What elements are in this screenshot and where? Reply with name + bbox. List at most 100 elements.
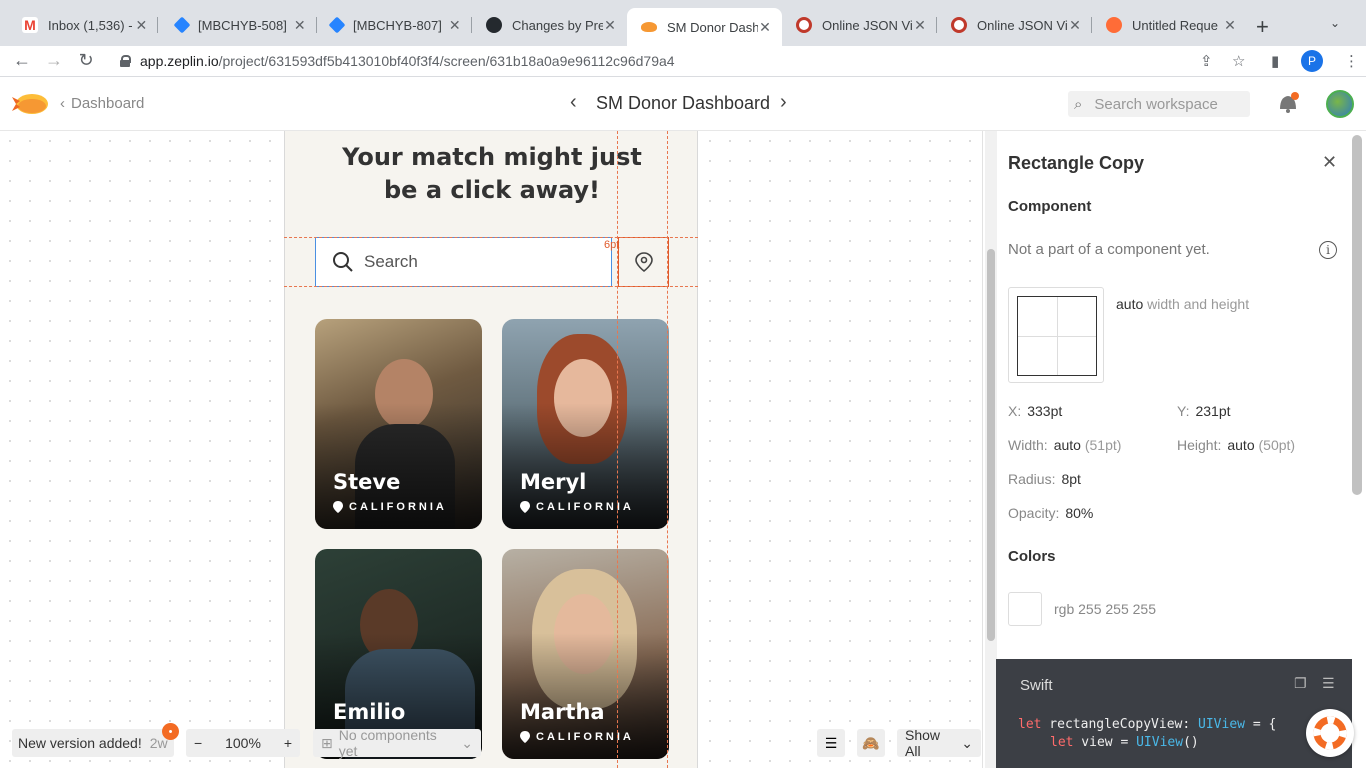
donor-card[interactable]: Martha CALIFORNIA — [502, 549, 669, 759]
browser-tab[interactable]: M Inbox (1,536) - g ✕ — [8, 8, 158, 42]
code-keyword: let — [1018, 717, 1042, 732]
url-field[interactable]: app.zeplin.io/project/631593df5b413010bf… — [110, 48, 1260, 74]
panel-scrollbar[interactable] — [1352, 135, 1362, 495]
location-pin-icon — [333, 501, 343, 513]
code-text: view = — [1073, 735, 1137, 750]
annotations-icon[interactable]: ☰ — [817, 729, 845, 757]
prop-value[interactable]: auto — [1054, 437, 1081, 453]
layer-title: Rectangle Copy — [1008, 153, 1145, 173]
next-screen-chevron-icon[interactable]: › — [780, 91, 787, 114]
color-value[interactable]: rgb 255 255 255 — [1054, 601, 1156, 617]
zeplin-logo-icon[interactable] — [12, 89, 50, 119]
code-text: () — [1183, 735, 1199, 750]
prop-value[interactable]: 231pt — [1195, 403, 1230, 419]
close-icon[interactable]: ✕ — [1322, 152, 1337, 173]
monkey-emoji-icon[interactable]: 🙈 — [857, 729, 885, 757]
browser-tab[interactable]: Online JSON Vi ✕ — [782, 8, 937, 42]
copy-icon[interactable]: ❐ — [1294, 675, 1307, 692]
close-icon[interactable]: ✕ — [758, 19, 772, 36]
location-button[interactable] — [618, 237, 669, 287]
github-icon — [486, 17, 502, 33]
profile-avatar[interactable]: P — [1301, 50, 1323, 72]
y-property: Y: 231pt — [1177, 403, 1231, 419]
close-icon[interactable]: ✕ — [913, 17, 927, 34]
artboard-headline[interactable]: Your match might just be a click away! — [285, 141, 697, 207]
location-pin-icon — [634, 252, 653, 272]
organization-avatar[interactable] — [1326, 90, 1354, 118]
previous-screen-chevron-icon[interactable]: ‹ — [570, 91, 577, 114]
opacity-property: Opacity: 80% — [1008, 505, 1093, 521]
size-rest: width and height — [1143, 296, 1250, 312]
back-to-dashboard-link[interactable]: ‹ Dashboard — [60, 95, 144, 112]
x-property: X: 333pt — [1008, 403, 1062, 419]
spacing-label: 6pt — [604, 239, 620, 251]
components-dropdown[interactable]: ⊞ No components yet ⌄ — [313, 727, 481, 759]
jira-icon — [173, 16, 191, 34]
back-arrow-icon[interactable]: ← — [11, 50, 33, 71]
side-panel-icon[interactable]: ▮ — [1271, 52, 1279, 70]
prop-value[interactable]: auto — [1227, 437, 1254, 453]
code-line: let rectangleCopyView: UIView = { — [1018, 717, 1276, 732]
toast-text: New version added! — [18, 735, 142, 751]
donor-location: CALIFORNIA — [333, 501, 447, 513]
tab-title: Inbox (1,536) - g — [48, 17, 135, 33]
component-heading: Component — [1008, 198, 1092, 215]
browser-tab[interactable]: Untitled Reque ✕ — [1092, 8, 1247, 42]
close-icon[interactable]: ✕ — [292, 17, 307, 34]
url-path: /project/631593df5b413010bf40f3f4/screen… — [218, 53, 675, 69]
zoom-out-button[interactable]: − — [194, 735, 202, 751]
browser-tab[interactable]: [MBCHYB-807] ✕ — [317, 8, 472, 42]
reload-icon[interactable]: ↻ — [75, 50, 97, 71]
donor-card[interactable]: Meryl CALIFORNIA — [502, 319, 669, 529]
zoom-control: − 100% + — [186, 729, 300, 757]
url-host: app.zeplin.io — [140, 53, 219, 69]
tab-title: [MBCHYB-508] — [198, 17, 287, 33]
location-label: CALIFORNIA — [536, 501, 634, 513]
close-icon[interactable]: ✕ — [1223, 17, 1237, 34]
zoom-in-button[interactable]: + — [284, 735, 292, 751]
chevron-left-icon: ‹ — [60, 95, 65, 112]
design-canvas[interactable]: Your match might just be a click away! S… — [0, 131, 982, 768]
workspace-search-input[interactable]: ⌕ Search workspace — [1068, 91, 1250, 117]
show-all-dropdown[interactable]: Show All ⌄ — [897, 727, 981, 759]
browser-tab-strip: M Inbox (1,536) - g ✕ [MBCHYB-508] ✕ [MB… — [0, 0, 1366, 46]
code-snippet-panel: Swift ❐ ☰ let rectangleCopyView: UIView … — [996, 659, 1352, 768]
menu-dots-icon[interactable]: ⋮ — [1344, 52, 1359, 70]
artboard-screen[interactable]: Your match might just be a click away! S… — [284, 131, 698, 768]
show-all-label: Show All — [905, 727, 941, 759]
bookmark-star-icon[interactable]: ☆ — [1232, 52, 1245, 70]
help-lifebuoy-icon[interactable] — [1306, 709, 1354, 757]
color-swatch[interactable] — [1008, 592, 1042, 626]
browser-tab[interactable]: Changes by Pre ✕ — [472, 8, 627, 42]
share-icon[interactable]: ⇪ — [1200, 52, 1213, 70]
code-text: = { — [1245, 717, 1277, 732]
tab-search-chevron-icon[interactable]: ⌄ — [1330, 16, 1340, 30]
notifications-icon[interactable] — [1276, 91, 1300, 115]
code-language[interactable]: Swift — [1020, 677, 1053, 694]
size-auto: auto — [1116, 296, 1144, 312]
tab-title: Untitled Reque — [1132, 17, 1218, 33]
prop-sub: (51pt) — [1084, 437, 1122, 453]
tab-title: Changes by Pre — [512, 17, 603, 33]
prop-value[interactable]: 80% — [1065, 505, 1093, 521]
headline-line: be a click away! — [384, 176, 600, 204]
browser-tab[interactable]: [MBCHYB-508] ✕ — [162, 8, 317, 42]
artboard-search-box[interactable]: Search — [315, 237, 612, 287]
prop-value[interactable]: 8pt — [1061, 471, 1080, 487]
browser-tab-active[interactable]: SM Donor Dash ✕ — [627, 8, 782, 46]
close-icon[interactable]: ✕ — [1068, 17, 1082, 34]
info-icon[interactable]: i — [1319, 241, 1337, 259]
prop-value[interactable]: 333pt — [1027, 403, 1062, 419]
donor-card[interactable]: Steve CALIFORNIA — [315, 319, 482, 529]
close-icon[interactable]: ✕ — [603, 17, 617, 34]
version-toast[interactable]: New version added! 2w — [12, 729, 174, 757]
close-icon[interactable]: ✕ — [447, 17, 462, 34]
tab-title: [MBCHYB-807] — [353, 17, 442, 33]
chevron-down-icon: ⌄ — [961, 734, 973, 751]
close-icon[interactable]: ✕ — [135, 17, 148, 34]
browser-tab[interactable]: Online JSON Vi ✕ — [937, 8, 1092, 42]
settings-sliders-icon[interactable]: ☰ — [1322, 675, 1335, 692]
forward-arrow-icon[interactable]: → — [43, 50, 65, 71]
new-tab-button[interactable]: + — [1256, 14, 1269, 40]
scrollbar-thumb[interactable] — [987, 249, 995, 641]
